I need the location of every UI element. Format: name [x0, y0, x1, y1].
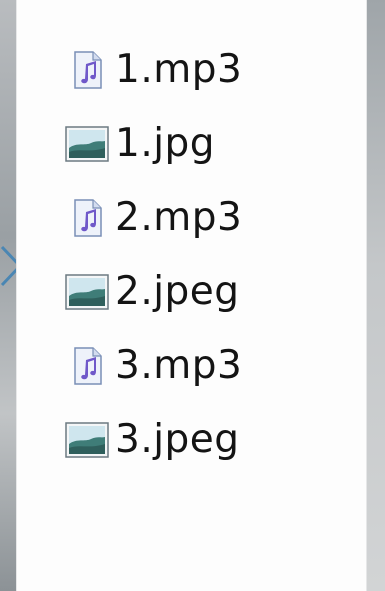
file-name: 1.mp3 [115, 47, 243, 92]
file-item-3-jpeg[interactable]: 3.jpeg [17, 403, 366, 477]
file-item-1-mp3[interactable]: 1.mp3 [17, 33, 366, 107]
file-item-2-jpeg[interactable]: 2.jpeg [17, 255, 366, 329]
audio-file-icon [74, 51, 102, 89]
file-name: 1.jpg [115, 121, 216, 166]
image-file-icon [65, 274, 109, 310]
file-item-1-jpg[interactable]: 1.jpg [17, 107, 366, 181]
image-file-icon [65, 126, 109, 162]
audio-file-icon [74, 199, 102, 237]
file-item-2-mp3[interactable]: 2.mp3 [17, 181, 366, 255]
file-name: 2.jpeg [115, 269, 240, 314]
file-name: 3.mp3 [115, 343, 243, 388]
file-item-3-mp3[interactable]: 3.mp3 [17, 329, 366, 403]
audio-file-icon [74, 347, 102, 385]
image-file-icon [65, 422, 109, 458]
file-name: 3.jpeg [115, 417, 240, 462]
file-name: 2.mp3 [115, 195, 243, 240]
background-right-edge [365, 0, 385, 591]
file-list: 1.mp3 1.jpg 2.mp3 2.jpeg 3.mp3 3.jpeg [17, 33, 366, 477]
file-list-panel: 1.mp3 1.jpg 2.mp3 2.jpeg 3.mp3 3.jpeg [16, 0, 367, 591]
